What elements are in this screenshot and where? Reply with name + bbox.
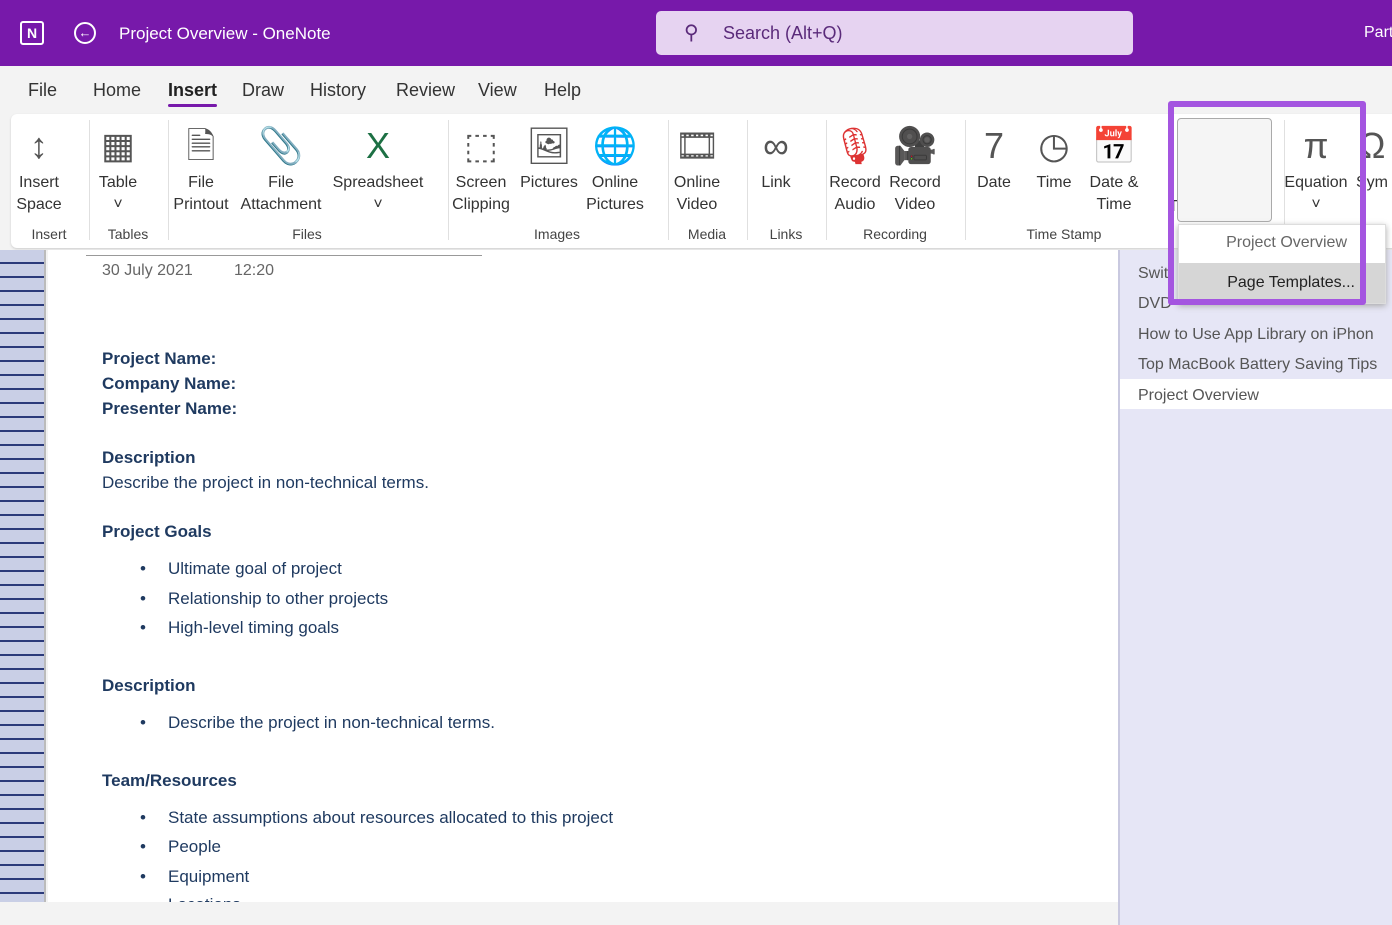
- menu-file[interactable]: File: [28, 80, 57, 101]
- window-title: Project Overview - OneNote: [119, 24, 331, 43]
- user-name[interactable]: Part: [1364, 24, 1392, 42]
- menu-draw[interactable]: Draw: [242, 80, 284, 101]
- group-label: Files: [292, 226, 322, 242]
- group-label: Images: [534, 226, 580, 242]
- button-label: Time: [1096, 196, 1132, 213]
- group-divider: [168, 120, 169, 240]
- menu-home[interactable]: Home: [93, 80, 141, 101]
- button-label: File: [268, 174, 294, 191]
- menu-history[interactable]: History: [310, 80, 366, 101]
- menu-view[interactable]: View: [478, 80, 517, 101]
- group-divider: [747, 120, 748, 240]
- excel-button[interactable]: X Spreadsheet ˅: [328, 120, 428, 216]
- button-label: Clipping: [452, 196, 510, 213]
- paperclip-button[interactable]: 📎 File Attachment: [231, 120, 331, 216]
- group-label: Recording: [863, 226, 927, 242]
- field-project-name[interactable]: Project Name:: [102, 349, 216, 369]
- button-label: Date &: [1089, 174, 1139, 191]
- search-icon: ⚲: [684, 22, 699, 44]
- list-item[interactable]: Equipment: [140, 867, 249, 887]
- button-label: Spreadsheet: [332, 174, 424, 191]
- button-label: Attachment: [240, 196, 322, 213]
- date-time-icon: 📅: [1091, 125, 1137, 166]
- group-divider: [826, 120, 827, 240]
- button-label: Video: [676, 196, 718, 213]
- group-divider: [89, 120, 90, 240]
- group-label: Links: [769, 226, 803, 242]
- page-item[interactable]: Swit: [1138, 265, 1168, 283]
- list-item[interactable]: Ultimate goal of project: [140, 559, 342, 579]
- onenote-logo-icon: N: [20, 21, 44, 45]
- page-list: Swit DVD How to Use App Library on iPhon…: [1118, 250, 1392, 925]
- heading-project-goals[interactable]: Project Goals: [102, 522, 212, 542]
- page-item[interactable]: How to Use App Library on iPhon: [1138, 326, 1374, 344]
- list-item[interactable]: Relationship to other projects: [140, 589, 388, 609]
- group-divider: [965, 120, 966, 240]
- list-item[interactable]: People: [140, 837, 221, 857]
- back-icon[interactable]: ←: [74, 22, 96, 44]
- menu-help[interactable]: Help: [544, 80, 581, 101]
- button-label: ˅: [373, 196, 383, 213]
- title-bar: N ← Project Overview - OneNote ⚲ Search …: [0, 0, 1392, 66]
- search-input[interactable]: ⚲ Search (Alt+Q): [656, 11, 1133, 55]
- field-presenter-name[interactable]: Presenter Name:: [102, 399, 237, 419]
- list-item[interactable]: High-level timing goals: [140, 618, 339, 638]
- heading-description[interactable]: Description: [102, 448, 196, 468]
- heading-description-2[interactable]: Description: [102, 676, 196, 696]
- group-label: Time Stamp: [1026, 226, 1102, 242]
- page-item[interactable]: DVD: [1138, 295, 1172, 313]
- group-divider: [448, 120, 449, 240]
- button-label: Video: [894, 196, 936, 213]
- field-company-name[interactable]: Company Name:: [102, 374, 236, 394]
- highlight-box: [1168, 101, 1366, 305]
- excel-icon: X: [365, 125, 390, 166]
- search-placeholder: Search (Alt+Q): [723, 23, 843, 43]
- description-text[interactable]: Describe the project in non-technical te…: [102, 473, 429, 493]
- group-label: Tables: [107, 226, 149, 242]
- heading-team-resources[interactable]: Team/Resources: [102, 771, 237, 791]
- date-time-button[interactable]: 📅 Date & Time: [1064, 120, 1164, 216]
- list-item[interactable]: State assumptions about resources alloca…: [140, 808, 613, 828]
- note-time: 12:20: [234, 262, 275, 279]
- title-underline: [86, 255, 482, 256]
- list-item[interactable]: Describe the project in non-technical te…: [140, 713, 495, 733]
- menu-insert[interactable]: Insert: [168, 80, 218, 107]
- page-item-selected[interactable]: Project Overview: [1138, 387, 1259, 405]
- menu-review[interactable]: Review: [396, 80, 455, 101]
- note-date: 30 July 2021: [102, 262, 193, 279]
- page-item[interactable]: Top MacBook Battery Saving Tips: [1138, 356, 1377, 374]
- group-divider: [668, 120, 669, 240]
- paperclip-icon: 📎: [258, 125, 304, 166]
- page-margin: [0, 250, 46, 902]
